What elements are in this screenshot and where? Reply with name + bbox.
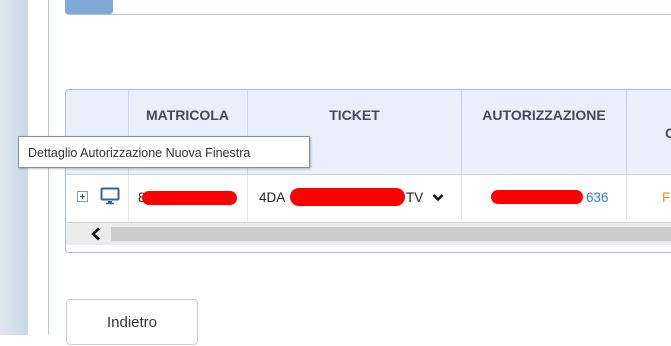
tipo-cig-cell: F <box>627 175 671 221</box>
column-header-autorizzazione[interactable]: AUTORIZZAZIONE <box>462 90 627 174</box>
ticket-value-start: 4DA <box>259 190 286 205</box>
column-header-label: AUTORIZZAZIONE <box>482 107 606 123</box>
redaction-mark <box>142 191 237 205</box>
plus-box-icon[interactable] <box>77 191 88 202</box>
horizontal-scrollbar[interactable] <box>66 222 671 245</box>
autorizzazione-cell: 636 <box>462 175 627 221</box>
chevron-left-icon[interactable] <box>90 227 102 241</box>
row-actions-cell <box>66 175 129 221</box>
chevron-down-icon[interactable] <box>432 193 444 202</box>
tooltip: Dettaglio Autorizzazione Nuova Finestra <box>18 136 310 168</box>
ticket-value-end: TV <box>406 190 424 205</box>
back-button[interactable]: Indietro <box>66 299 198 345</box>
monitor-icon[interactable] <box>100 187 120 205</box>
autorizzazione-link[interactable]: 636 <box>586 190 609 205</box>
top-panel <box>65 0 671 15</box>
ticket-cell: 4DA TV <box>248 175 462 221</box>
column-header-label: MATRICOLA <box>146 107 229 123</box>
scrollbar-thumb[interactable] <box>111 227 671 241</box>
column-header-label-line2: CIGA <box>627 125 671 141</box>
column-header-tipo-cig[interactable]: T CIGA <box>627 90 671 174</box>
column-header-label: TICKET <box>329 107 380 123</box>
column-header-label: T <box>627 107 671 123</box>
top-panel-tab <box>65 0 113 14</box>
redaction-mark <box>491 190 583 204</box>
tipo-cig-value: F <box>662 190 671 205</box>
authorization-grid: MATRICOLA TICKET AUTORIZZAZIONE T CIGA <box>65 89 671 253</box>
matricola-cell: 8 <box>128 175 248 221</box>
redaction-mark <box>290 188 405 206</box>
table-row[interactable]: 8 4DA TV 636 F <box>66 175 671 221</box>
